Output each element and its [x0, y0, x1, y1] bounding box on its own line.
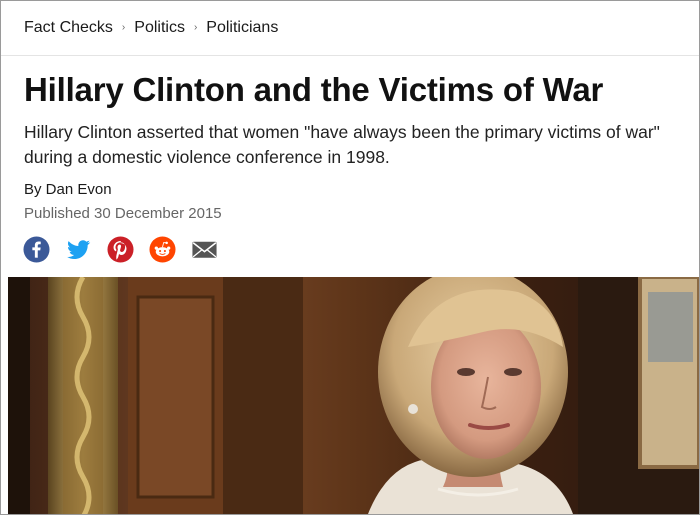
breadcrumb-separator: › [193, 21, 198, 33]
email-icon[interactable] [191, 236, 218, 263]
twitter-icon[interactable] [65, 236, 92, 263]
reddit-icon[interactable] [149, 236, 176, 263]
breadcrumb-separator: › [121, 21, 126, 33]
article-title: Hillary Clinton and the Victims of War [24, 71, 604, 108]
share-bar [23, 236, 218, 263]
article-page: Fact Checks › Politics › Politicians Hil… [0, 0, 700, 515]
author-byline[interactable]: By Dan Evon [24, 181, 112, 198]
pinterest-icon[interactable] [107, 236, 134, 263]
article-summary: Hillary Clinton asserted that women "hav… [24, 122, 660, 167]
hero-photo [8, 277, 699, 514]
breadcrumb-fact-checks[interactable]: Fact Checks [24, 19, 113, 37]
publish-date: Published 30 December 2015 [24, 205, 222, 222]
hero-image [8, 277, 699, 514]
breadcrumb-politicians[interactable]: Politicians [206, 19, 278, 37]
facebook-icon[interactable] [23, 236, 50, 263]
breadcrumb-politics[interactable]: Politics [134, 19, 185, 37]
breadcrumb: Fact Checks › Politics › Politicians [1, 1, 699, 56]
